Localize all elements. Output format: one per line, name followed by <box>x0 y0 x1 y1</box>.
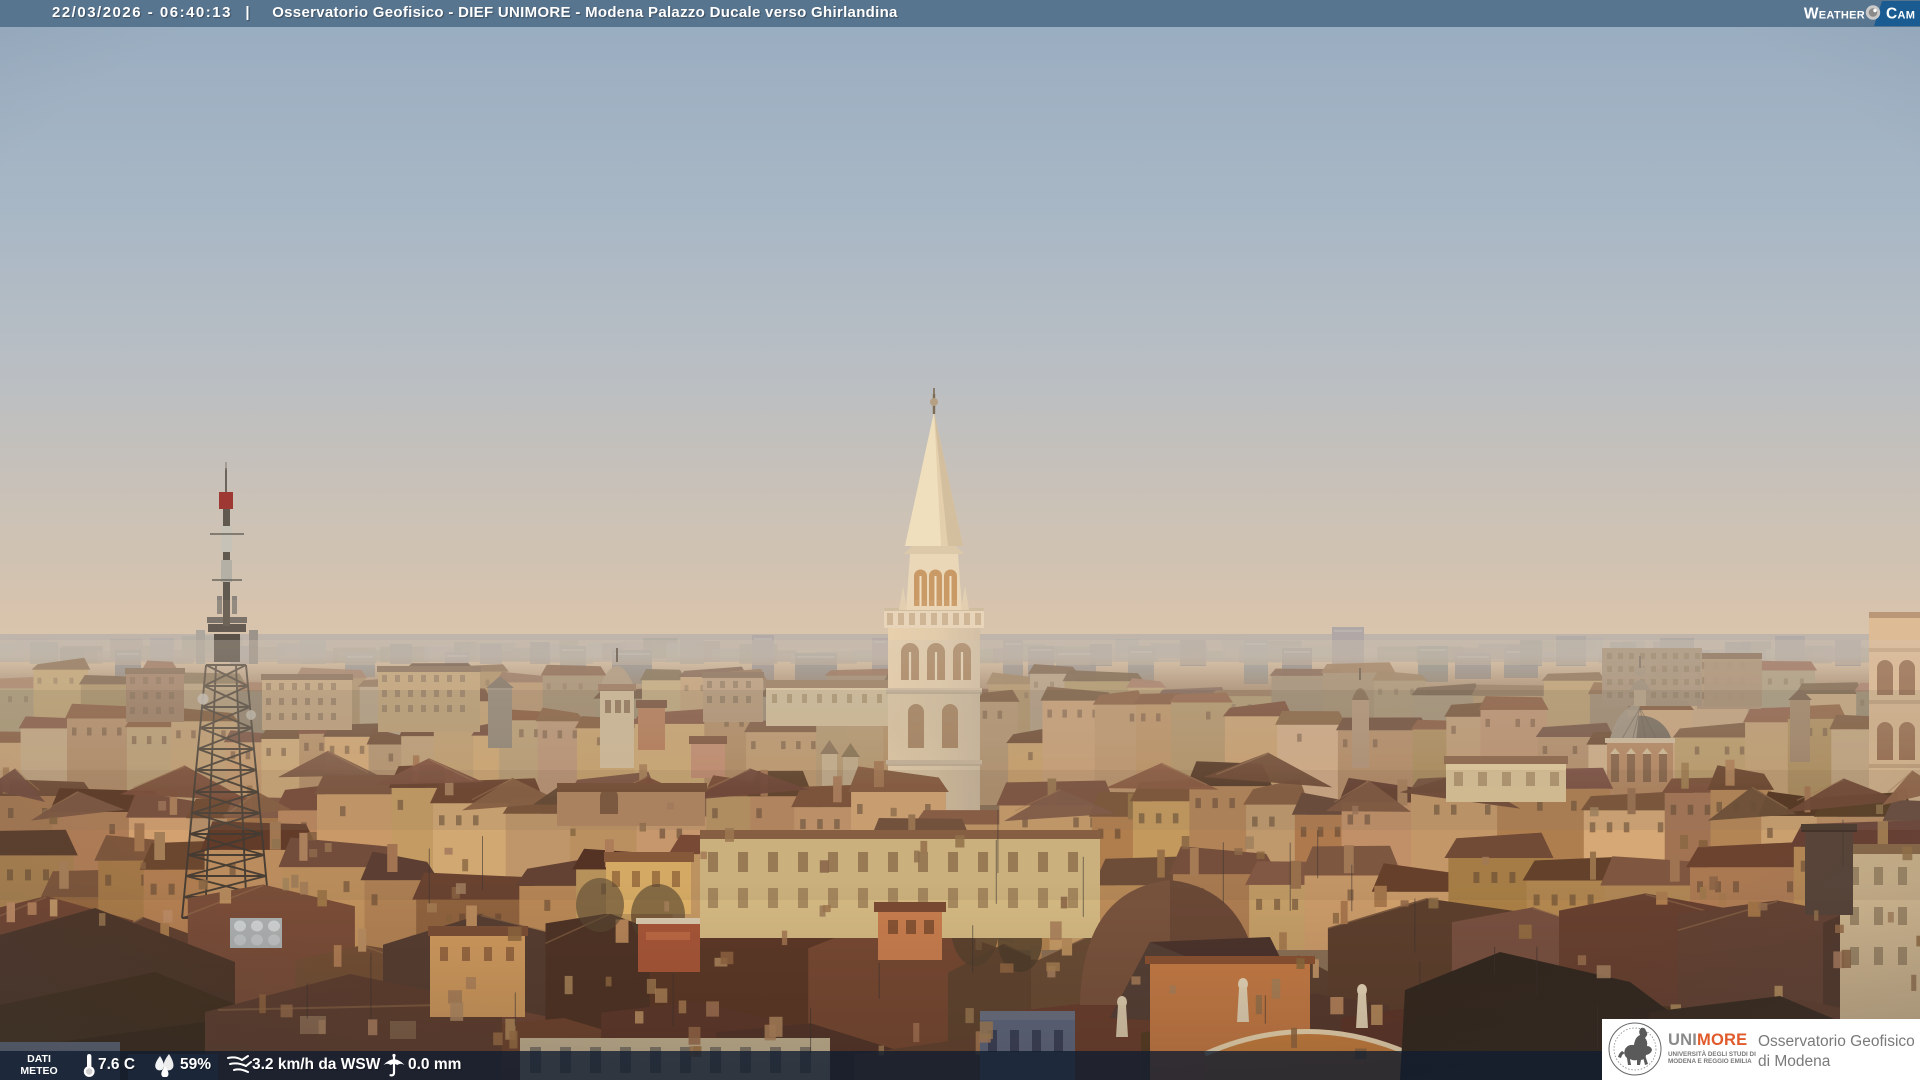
svg-text:WEATHER: WEATHER <box>1804 6 1865 23</box>
